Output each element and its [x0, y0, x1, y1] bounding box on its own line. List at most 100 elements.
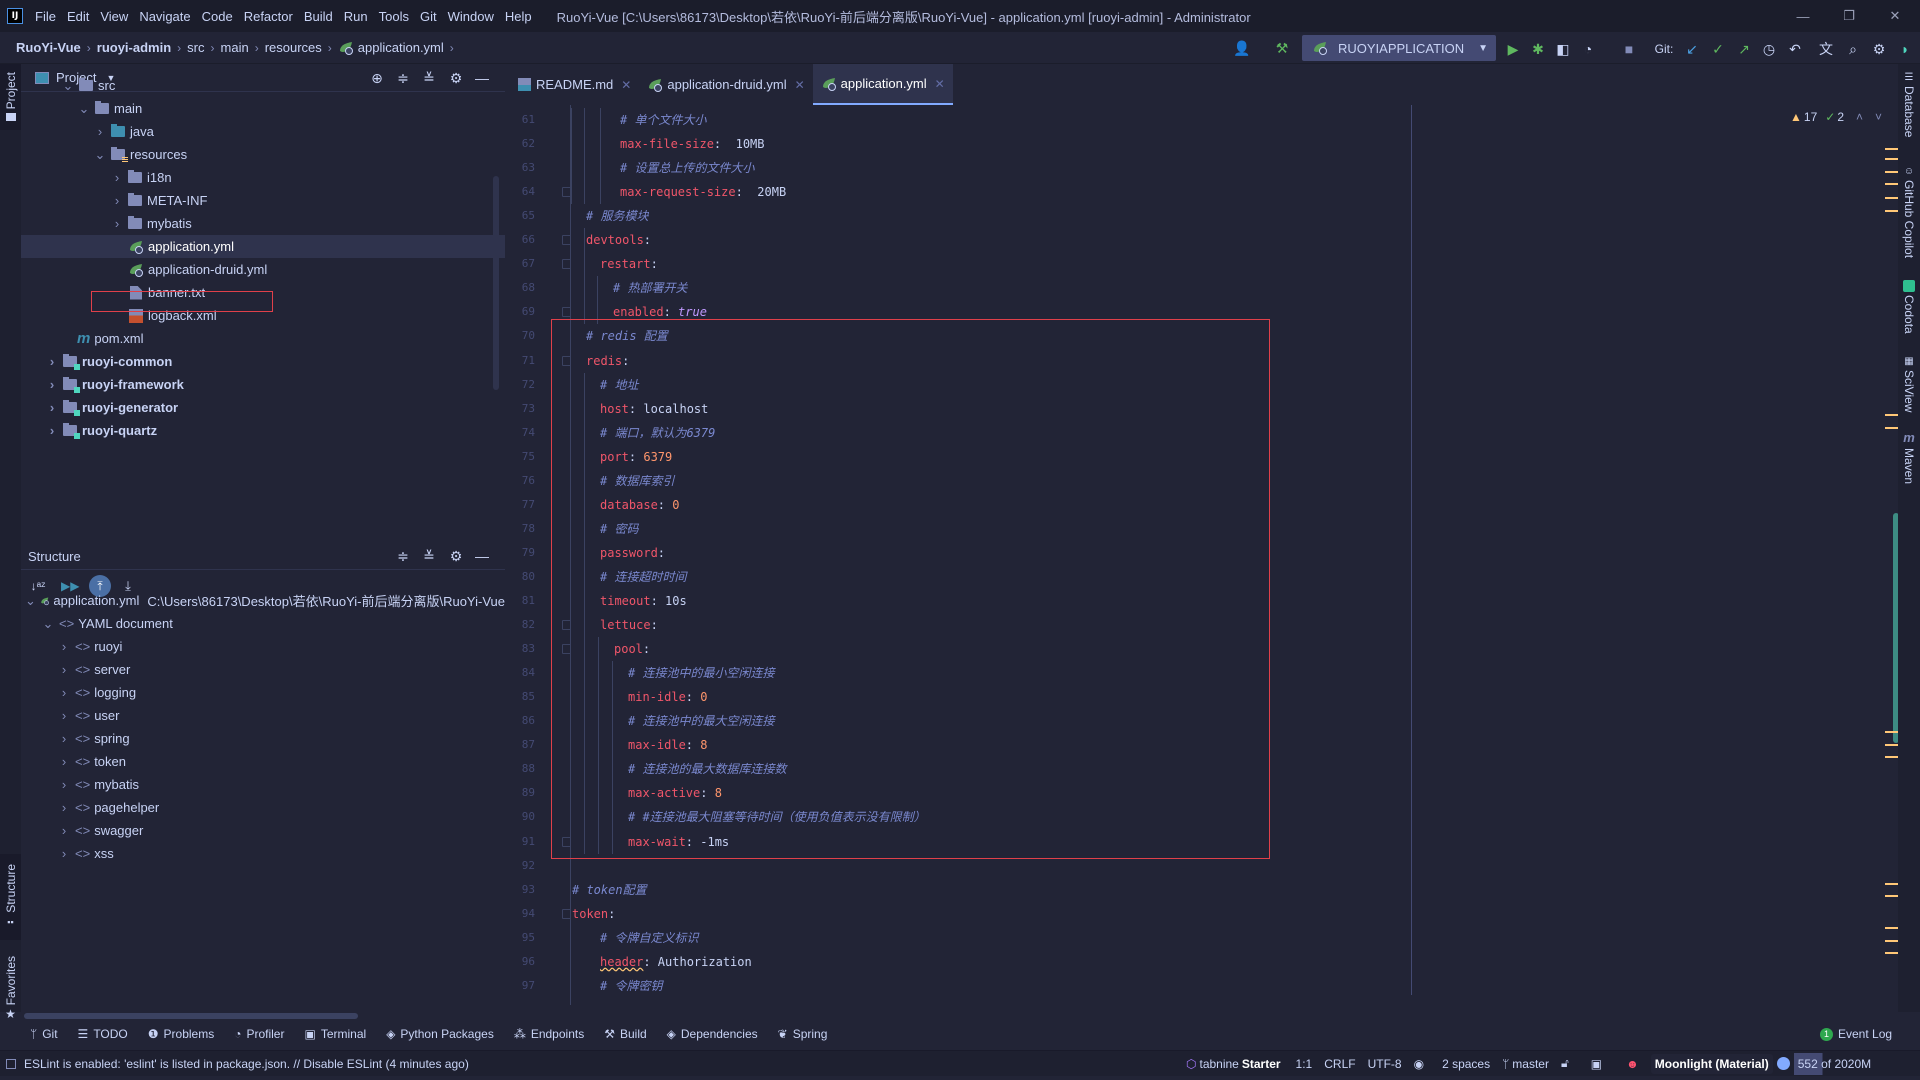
close-tab-icon[interactable]: ✕ [621, 78, 631, 92]
git-branch[interactable]: master [1512, 1057, 1549, 1071]
chevron-right-icon[interactable]: › [45, 354, 59, 369]
indent-settings[interactable]: 2 spaces [1442, 1057, 1490, 1071]
code-line[interactable]: lettuce: [600, 613, 658, 637]
close-tab-icon[interactable]: ✕ [795, 78, 805, 92]
warning-marker[interactable] [1885, 183, 1899, 185]
code-line[interactable]: port: 6379 [600, 445, 672, 469]
chevron-right-icon[interactable]: › [57, 777, 71, 792]
tabnine-label[interactable]: tabnine [1199, 1057, 1238, 1071]
menu-refactor[interactable]: Refactor [244, 9, 293, 24]
code-line[interactable]: # 热部署开关 [613, 276, 687, 300]
code-line[interactable]: # 单个文件大小 [620, 108, 706, 132]
settings-icon[interactable]: ⚙ [1870, 40, 1888, 58]
code-line[interactable]: max-wait: -1ms [628, 830, 729, 854]
chevron-right-icon[interactable]: › [57, 823, 71, 838]
code-line[interactable]: # token配置 [572, 878, 647, 902]
code-line[interactable]: timeout: 10s [600, 589, 687, 613]
code-line[interactable]: # 服务模块 [586, 204, 648, 228]
menu-git[interactable]: Git [420, 9, 437, 24]
tab-application-yml[interactable]: application.yml ✕ [812, 64, 953, 105]
code-line[interactable]: # 连接池中的最大空闲连接 [628, 709, 774, 733]
tabnine-plan[interactable]: Starter [1242, 1057, 1281, 1071]
collapse-all-icon[interactable]: ≚ [421, 548, 437, 564]
tree-item-ruoyi-generator[interactable]: › ruoyi-generator [21, 396, 505, 419]
code-line[interactable]: max-active: 8 [628, 781, 722, 805]
menu-view[interactable]: View [100, 9, 128, 24]
chevron-right-icon[interactable]: › [45, 400, 59, 415]
code-line[interactable]: max-idle: 8 [628, 733, 707, 757]
code-line[interactable]: # 密码 [600, 517, 638, 541]
settings-icon[interactable]: ⚙ [448, 548, 464, 564]
maven-tool-tab[interactable]: m Maven [1898, 430, 1920, 484]
next-highlight-icon[interactable]: ˅ [1875, 110, 1882, 124]
code-line[interactable]: # 数据库索引 [600, 469, 674, 493]
search-icon[interactable]: ⌕ [1844, 40, 1862, 58]
breadcrumb-module[interactable]: ruoyi-admin [97, 40, 171, 55]
chevron-right-icon[interactable]: › [110, 193, 124, 208]
code-line[interactable]: password: [600, 541, 665, 565]
code-line[interactable]: host: localhost [600, 397, 708, 421]
tree-item-ruoyi-framework[interactable]: › ruoyi-framework [21, 373, 505, 396]
warning-marker[interactable] [1885, 197, 1899, 199]
code-line[interactable]: restart: [600, 252, 658, 276]
warning-marker[interactable] [1885, 148, 1899, 150]
code-line[interactable]: # 地址 [600, 373, 638, 397]
tree-item-resources[interactable]: ⌄ resources [21, 143, 505, 166]
structure-item-pagehelper[interactable]: › <> pagehelper [21, 796, 505, 819]
caret-position[interactable]: 1:1 [1296, 1057, 1313, 1071]
warning-marker[interactable] [1885, 731, 1899, 733]
chevron-down-icon[interactable]: ⌄ [93, 147, 107, 162]
chevron-right-icon[interactable]: › [57, 639, 71, 654]
tree-item-mybatis[interactable]: › mybatis [21, 212, 505, 235]
code-line[interactable]: header: Authorization [600, 950, 752, 974]
structure-item-xss[interactable]: › <> xss [21, 842, 505, 865]
translate-icon[interactable]: 文 [1817, 40, 1835, 58]
menu-navigate[interactable]: Navigate [139, 9, 190, 24]
minimize-button[interactable]: — [1780, 0, 1826, 32]
chevron-right-icon[interactable]: › [93, 124, 107, 139]
code-line[interactable]: redis: [586, 349, 629, 373]
project-tool-tab[interactable]: Project [0, 64, 21, 130]
code-line[interactable]: max-request-size: 20MB [620, 180, 786, 204]
structure-item-mybatis[interactable]: › <> mybatis [21, 773, 505, 796]
tree-item-src[interactable]: ⌄ src [21, 74, 505, 97]
chevron-right-icon[interactable]: › [45, 423, 59, 438]
tool-problems[interactable]: ❶ Problems [148, 1027, 214, 1041]
warning-marker[interactable] [1885, 952, 1899, 954]
code-line[interactable]: # #连接池最大阻塞等待时间（使用负值表示没有限制） [628, 805, 926, 829]
menu-help[interactable]: Help [505, 9, 532, 24]
tree-item-main[interactable]: ⌄ main [21, 97, 505, 120]
close-window-button[interactable]: ✕ [1872, 0, 1918, 32]
code-line[interactable]: # 端口，默认为6379 [600, 421, 715, 445]
copilot-status-icon[interactable]: ☻ [1626, 1057, 1639, 1071]
code-line[interactable]: # 令牌自定义标识 [600, 926, 698, 950]
chevron-right-icon[interactable]: › [110, 170, 124, 185]
warning-marker[interactable] [1885, 940, 1899, 942]
git-update-icon[interactable]: ↙ [1683, 40, 1701, 58]
github-copilot-tool-tab[interactable]: ☺ GitHub Copilot [1898, 166, 1920, 258]
line-separator[interactable]: CRLF [1324, 1057, 1355, 1071]
readonly-toggle-icon[interactable]: ◉ [1414, 1057, 1424, 1071]
structure-horizontal-scrollbar[interactable] [24, 1013, 358, 1019]
breadcrumb-src[interactable]: src [187, 40, 204, 55]
code-line[interactable]: # redis 配置 [586, 324, 668, 348]
code-line[interactable]: min-idle: 0 [628, 685, 707, 709]
code-editor[interactable]: 61 # 单个文件大小 62 max-file-size: 10MB 63 # 设置总上传… [505, 105, 1870, 1005]
menu-edit[interactable]: Edit [67, 9, 89, 24]
structure-item-user[interactable]: › <> user [21, 704, 505, 727]
tree-item-java[interactable]: › java [21, 120, 505, 143]
warning-marker[interactable] [1885, 171, 1899, 173]
structure-yaml-document[interactable]: ⌄ <> YAML document [21, 612, 505, 635]
structure-item-token[interactable]: › <> token [21, 750, 505, 773]
code-line[interactable]: enabled: true [613, 300, 707, 324]
warning-marker[interactable] [1885, 895, 1899, 897]
tool-todo[interactable]: ☰ TODO [78, 1027, 128, 1041]
warning-marker[interactable] [1885, 158, 1899, 160]
user-icon[interactable]: 👤 [1233, 39, 1251, 57]
code-line[interactable]: pool: [614, 637, 650, 661]
tool-build[interactable]: ⚒ Build [604, 1027, 646, 1041]
menu-code[interactable]: Code [202, 9, 233, 24]
tool-endpoints[interactable]: ⁂ Endpoints [514, 1027, 584, 1041]
structure-root-file[interactable]: ⌄ application.yml C:\Users\86173\Desktop… [21, 589, 505, 612]
code-line[interactable]: devtools: [586, 228, 651, 252]
